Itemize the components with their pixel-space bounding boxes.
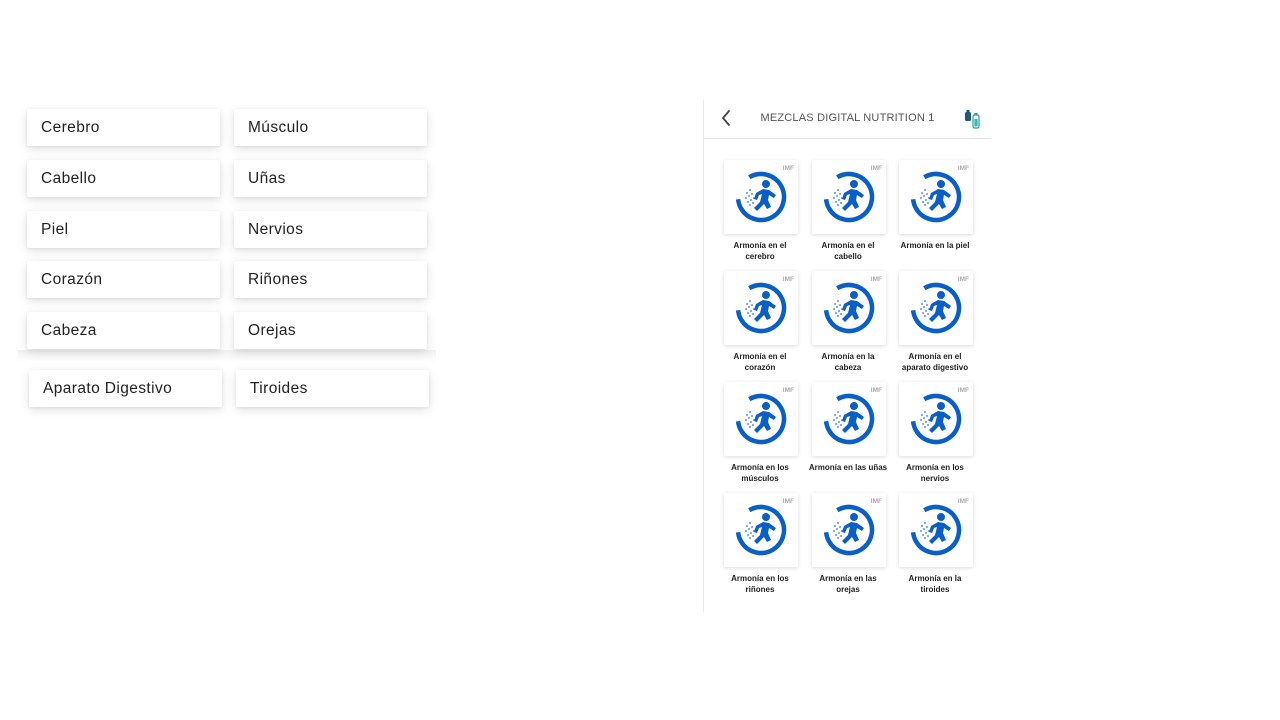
product-image: IMF: [899, 271, 973, 345]
category-label: Orejas: [248, 321, 297, 339]
product-tile[interactable]: IMF Armonía en los músculos: [716, 382, 804, 487]
product-tile[interactable]: IMF Armonía en el corazón: [716, 271, 804, 376]
category-label: Uñas: [248, 169, 286, 187]
athlete-logo-icon: [823, 504, 875, 556]
athlete-logo-icon: [910, 282, 962, 334]
product-tile[interactable]: IMF Armonía en el cerebro: [716, 160, 804, 265]
product-tile[interactable]: IMF Armonía en las orejas: [804, 493, 892, 598]
category-label: Nervios: [248, 220, 304, 238]
page-title: MEZCLAS DIGITAL NUTRITION 1: [760, 112, 935, 124]
category-button-piel[interactable]: Piel: [27, 211, 220, 248]
product-label: Armonía en las uñas: [808, 463, 888, 472]
product-image: IMF: [899, 493, 973, 567]
athlete-logo-icon: [823, 171, 875, 223]
category-button-unas[interactable]: Uñas: [234, 160, 427, 197]
athlete-logo-icon: [910, 504, 962, 556]
category-button-aparato-digestivo[interactable]: Aparato Digestivo: [29, 370, 222, 407]
product-tile[interactable]: IMF Armonía en los nervios: [891, 382, 979, 487]
product-label: Armonía en la piel: [900, 241, 970, 250]
product-label: Armonía en el cerebro: [733, 241, 787, 261]
product-image: IMF: [724, 160, 798, 234]
divider: [18, 350, 436, 362]
product-tile[interactable]: IMF Armonía en la cabeza: [804, 271, 892, 376]
athlete-logo-icon: [823, 282, 875, 334]
category-label: Músculo: [248, 118, 309, 136]
athlete-logo-icon: [735, 393, 787, 445]
category-label: Cabeza: [41, 321, 97, 339]
category-label: Riñones: [248, 270, 308, 288]
product-tile[interactable]: IMF Armonía en el cabello: [804, 160, 892, 265]
product-label: Armonía en el cabello: [821, 241, 875, 261]
category-button-cabeza[interactable]: Cabeza: [27, 312, 220, 349]
category-button-corazon[interactable]: Corazón: [27, 261, 220, 298]
category-label: Corazón: [41, 270, 103, 288]
category-label: Tiroides: [250, 379, 308, 397]
phone-screen: MEZCLAS DIGITAL NUTRITION 1 IMF Armonía e…: [703, 100, 991, 612]
product-tile[interactable]: IMF Armonía en las uñas: [804, 382, 892, 487]
athlete-logo-icon: [735, 171, 787, 223]
product-image: IMF: [812, 382, 886, 456]
category-button-tiroides[interactable]: Tiroides: [236, 370, 429, 407]
athlete-logo-icon: [735, 504, 787, 556]
product-image: IMF: [724, 271, 798, 345]
product-tile[interactable]: IMF Armonía en la piel: [891, 160, 979, 265]
bottles-icon[interactable]: [962, 108, 984, 130]
category-button-orejas[interactable]: Orejas: [234, 312, 427, 349]
product-image: IMF: [724, 493, 798, 567]
athlete-logo-icon: [735, 282, 787, 334]
athlete-logo-icon: [910, 171, 962, 223]
athlete-logo-icon: [910, 393, 962, 445]
category-button-cerebro[interactable]: Cerebro: [27, 109, 220, 146]
category-button-cabello[interactable]: Cabello: [27, 160, 220, 197]
category-button-rinones[interactable]: Riñones: [234, 261, 427, 298]
product-image: IMF: [899, 160, 973, 234]
phone-header: MEZCLAS DIGITAL NUTRITION 1: [704, 100, 991, 139]
category-button-nervios[interactable]: Nervios: [234, 211, 427, 248]
product-image: IMF: [812, 493, 886, 567]
category-button-musculo[interactable]: Músculo: [234, 109, 427, 146]
product-label: Armonía en las orejas: [819, 574, 877, 594]
product-image: IMF: [812, 160, 886, 234]
product-tile[interactable]: IMF Armonía en el aparato digestivo: [891, 271, 979, 376]
product-tile[interactable]: IMF Armonía en los riñones: [716, 493, 804, 598]
product-label: Armonía en el aparato digestivo: [901, 352, 969, 372]
product-label: Armonía en el corazón: [733, 352, 787, 372]
product-image: IMF: [724, 382, 798, 456]
product-label: Armonía en la tiroides: [908, 574, 962, 594]
category-panel: Cerebro Músculo Cabello Uñas Piel Nervio…: [0, 0, 460, 720]
product-label: Armonía en la cabeza: [821, 352, 875, 372]
product-label: Armonía en los riñones: [731, 574, 789, 594]
athlete-logo-icon: [823, 393, 875, 445]
category-label: Cerebro: [41, 118, 100, 136]
product-label: Armonía en los músculos: [731, 463, 789, 483]
product-tile[interactable]: IMF Armonía en la tiroides: [891, 493, 979, 598]
product-image: IMF: [899, 382, 973, 456]
product-image: IMF: [812, 271, 886, 345]
category-label: Cabello: [41, 169, 97, 187]
category-label: Aparato Digestivo: [43, 379, 173, 397]
product-label: Armonía en los nervios: [906, 463, 964, 483]
category-label: Piel: [41, 220, 69, 238]
